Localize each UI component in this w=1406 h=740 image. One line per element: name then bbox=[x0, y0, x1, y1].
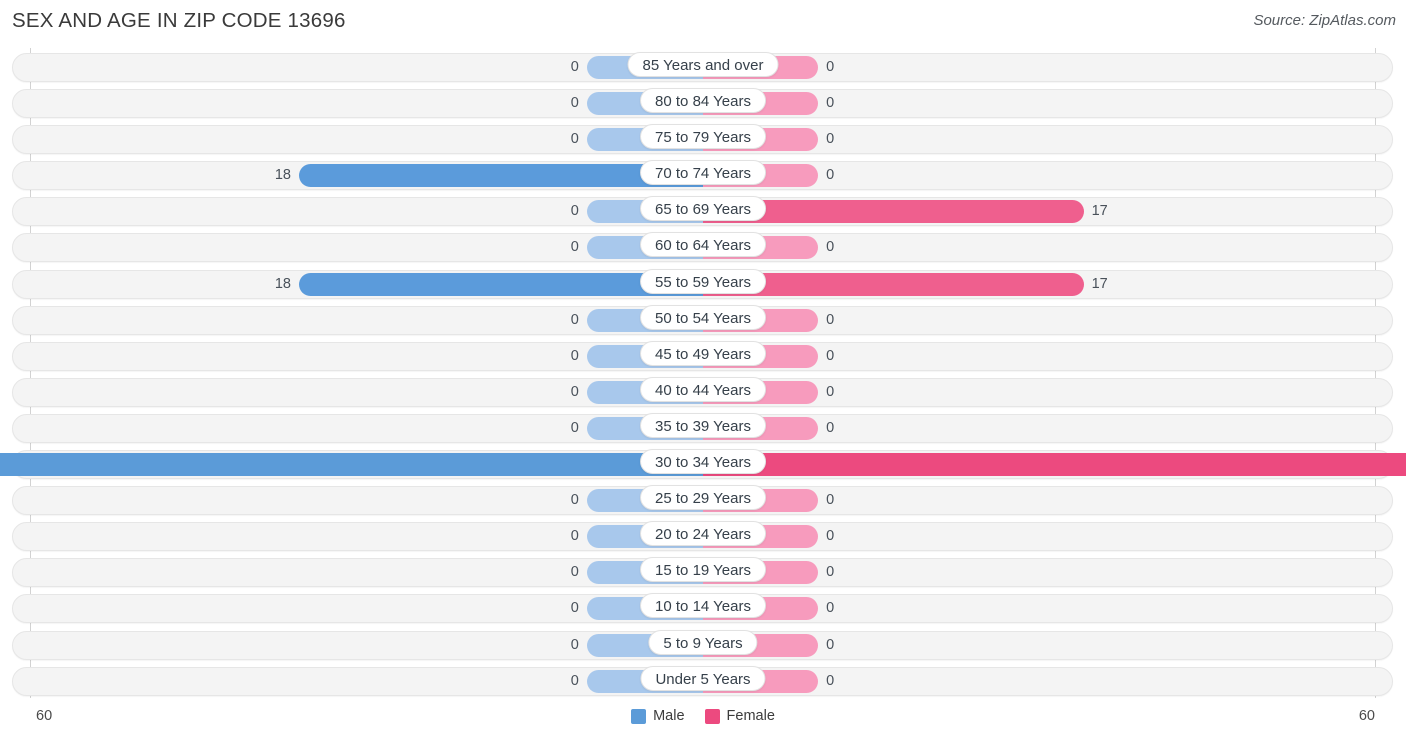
female-value-label: 0 bbox=[826, 167, 835, 184]
plot-area: 0 0 85 Years and over 0 0 80 to 84 Years 0 0 75 … bbox=[0, 48, 1406, 698]
age-group-row: 0 0 80 to 84 Years bbox=[0, 86, 1406, 122]
age-group-row: 0 0 85 Years and over bbox=[0, 50, 1406, 86]
age-group-row: 0 0 35 to 39 Years bbox=[0, 411, 1406, 447]
age-group-row: 0 0 75 to 79 Years bbox=[0, 122, 1406, 158]
age-group-label: 20 to 24 Years bbox=[640, 521, 766, 547]
age-group-row: 485630 to 34 Years bbox=[0, 447, 1406, 483]
male-value-label: 0 bbox=[570, 672, 579, 689]
age-group-row: 18 17 55 to 59 Years bbox=[0, 267, 1406, 303]
female-value-label: 17 bbox=[1091, 203, 1108, 220]
age-group-row: 0 0 60 to 64 Years bbox=[0, 230, 1406, 266]
male-value-label: 0 bbox=[570, 95, 579, 112]
male-value-label: 0 bbox=[570, 203, 579, 220]
male-value-label: 0 bbox=[570, 600, 579, 617]
male-value-label: 0 bbox=[570, 528, 579, 545]
legend-item-male[interactable]: Male bbox=[631, 708, 685, 724]
chart-header: SEX AND AGE IN ZIP CODE 13696 Source: Zi… bbox=[0, 0, 1406, 46]
legend-item-female[interactable]: Female bbox=[704, 708, 775, 724]
source-attribution: Source: ZipAtlas.com bbox=[1253, 12, 1396, 29]
age-group-label: 25 to 29 Years bbox=[640, 485, 766, 511]
chart-page: SEX AND AGE IN ZIP CODE 13696 Source: Zi… bbox=[0, 0, 1406, 740]
age-group-row: 18 0 70 to 74 Years bbox=[0, 158, 1406, 194]
female-value-label: 0 bbox=[826, 419, 835, 436]
age-group-label: 75 to 79 Years bbox=[640, 124, 766, 150]
female-value-label: 0 bbox=[826, 347, 835, 364]
male-value-label: 0 bbox=[570, 564, 579, 581]
age-group-label: 30 to 34 Years bbox=[640, 449, 766, 475]
female-value-label: 0 bbox=[826, 311, 835, 328]
chart-footer: 60 60 Male Female bbox=[0, 700, 1406, 740]
age-group-row: 0 0 45 to 49 Years bbox=[0, 339, 1406, 375]
female-value-label: 0 bbox=[826, 131, 835, 148]
male-value-label: 18 bbox=[274, 275, 291, 292]
age-group-label: 15 to 19 Years bbox=[640, 557, 766, 583]
male-value-label: 0 bbox=[570, 59, 579, 75]
male-value-label: 0 bbox=[570, 131, 579, 148]
male-value-label: 0 bbox=[570, 383, 579, 400]
age-group-label: 35 to 39 Years bbox=[640, 412, 766, 438]
female-value-label: 0 bbox=[826, 59, 835, 75]
age-group-row: 0 0 5 to 9 Years bbox=[0, 628, 1406, 664]
age-group-row: 0 0 20 to 24 Years bbox=[0, 519, 1406, 555]
male-value-label: 0 bbox=[570, 419, 579, 436]
female-bar[interactable] bbox=[702, 453, 1406, 477]
legend: Male Female bbox=[0, 708, 1406, 724]
age-group-row: 0 17 65 to 69 Years bbox=[0, 194, 1406, 230]
male-value-label: 0 bbox=[570, 311, 579, 328]
age-group-rows: 0 0 85 Years and over 0 0 80 to 84 Years 0 0 75 … bbox=[0, 50, 1406, 700]
male-value-label: 0 bbox=[570, 492, 579, 509]
age-group-label: 60 to 64 Years bbox=[640, 232, 766, 258]
age-group-label: 10 to 14 Years bbox=[640, 593, 766, 619]
age-group-row: 0 0 Under 5 Years bbox=[0, 664, 1406, 700]
female-value-label: 0 bbox=[826, 636, 835, 653]
age-group-label: 45 to 49 Years bbox=[640, 340, 766, 366]
legend-label-male: Male bbox=[653, 708, 685, 724]
age-group-row: 0 0 25 to 29 Years bbox=[0, 483, 1406, 519]
female-value-label: 0 bbox=[826, 528, 835, 545]
female-value-label: 0 bbox=[826, 492, 835, 509]
age-group-row: 0 0 50 to 54 Years bbox=[0, 303, 1406, 339]
age-group-label: 40 to 44 Years bbox=[640, 376, 766, 402]
female-value-label: 0 bbox=[826, 95, 835, 112]
male-bar[interactable] bbox=[0, 453, 703, 477]
age-group-label: 50 to 54 Years bbox=[640, 304, 766, 330]
age-group-label: 5 to 9 Years bbox=[648, 629, 758, 655]
male-value-label: 18 bbox=[274, 167, 291, 184]
female-value-label: 0 bbox=[826, 600, 835, 617]
age-group-row: 0 0 15 to 19 Years bbox=[0, 555, 1406, 591]
male-value-label: 0 bbox=[570, 239, 579, 256]
age-group-row: 0 0 10 to 14 Years bbox=[0, 591, 1406, 627]
age-group-label: 55 to 59 Years bbox=[640, 268, 766, 294]
female-value-label: 0 bbox=[826, 383, 835, 400]
age-group-label: 65 to 69 Years bbox=[640, 196, 766, 222]
age-group-label: 70 to 74 Years bbox=[640, 160, 766, 186]
female-value-label: 17 bbox=[1091, 275, 1108, 292]
legend-label-female: Female bbox=[726, 708, 775, 724]
female-value-label: 0 bbox=[826, 239, 835, 256]
age-group-label: 80 to 84 Years bbox=[640, 88, 766, 114]
male-value-label: 0 bbox=[570, 347, 579, 364]
age-group-label: Under 5 Years bbox=[640, 665, 766, 691]
age-group-row: 0 0 40 to 44 Years bbox=[0, 375, 1406, 411]
legend-swatch-male-icon bbox=[631, 708, 647, 724]
age-group-label: 85 Years and over bbox=[627, 52, 779, 77]
female-value-label: 0 bbox=[826, 564, 835, 581]
legend-swatch-female-icon bbox=[704, 708, 720, 724]
male-value-label: 0 bbox=[570, 636, 579, 653]
page-title: SEX AND AGE IN ZIP CODE 13696 bbox=[12, 9, 346, 32]
female-value-label: 0 bbox=[826, 672, 835, 689]
